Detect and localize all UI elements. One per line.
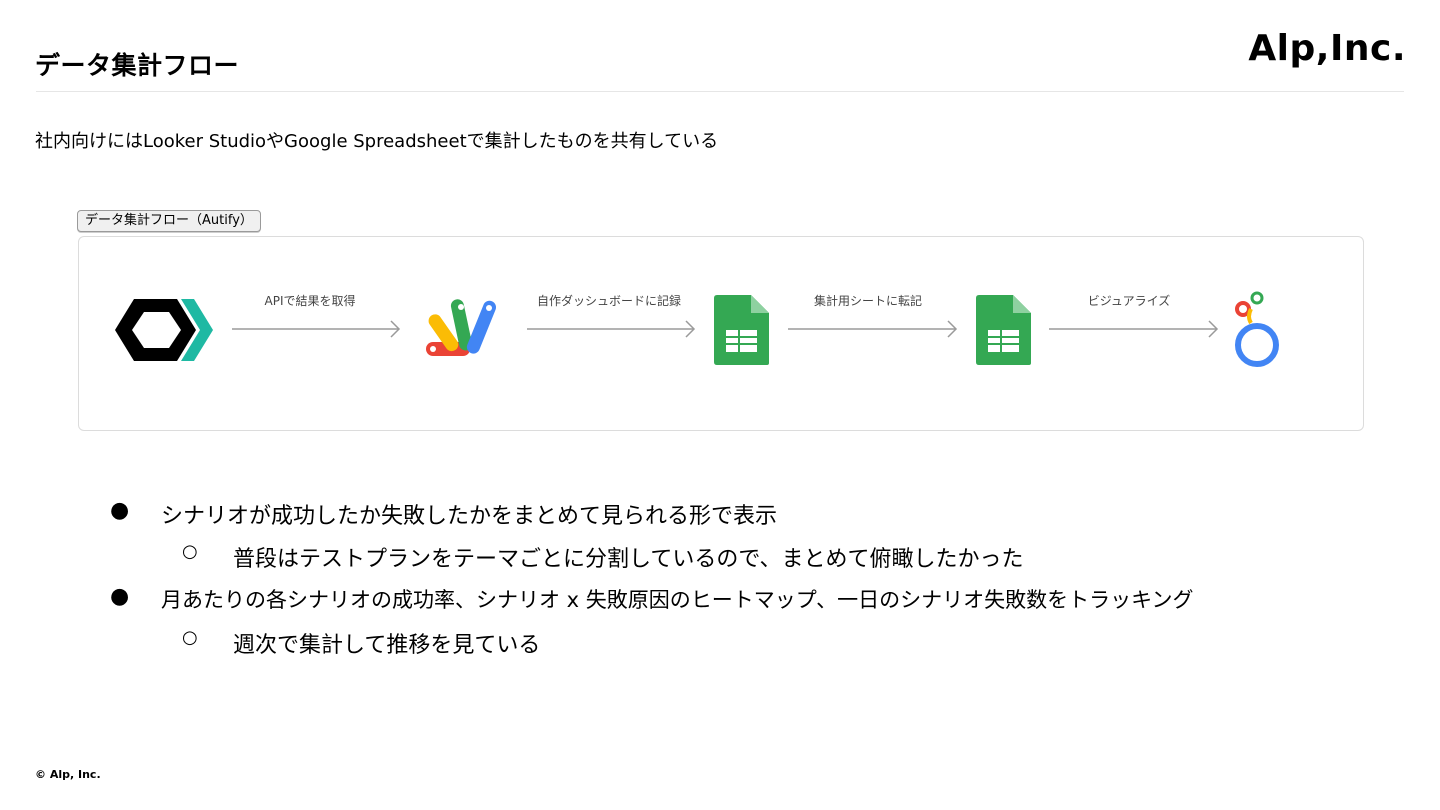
apps-script-icon [426,299,497,356]
autify-logo-icon [115,299,213,361]
flow-label-badge: データ集計フロー（Autify） [77,210,261,232]
arrow-label: ビジュアライズ [1087,294,1171,308]
list-item-text: 普段はテストプランをテーマごとに分割しているので、まとめて俯瞰したかった [233,547,1024,572]
sub-bullet-icon: ○ [182,627,198,648]
list-item-text: 週次で集計して推移を見ている [233,633,541,658]
company-logo: Alp,Inc. [1248,28,1406,69]
lead-text: 社内向けにはLooker StudioやGoogle Spreadsheetで集… [35,131,719,152]
sub-bullet-icon: ○ [182,541,198,562]
footer-copyright: © Alp, Inc. [35,768,101,781]
google-sheets-icon [714,295,769,365]
bullet-icon: ● [110,498,130,523]
list-item-text: 月あたりの各シナリオの成功率、シナリオ x 失敗原因のヒートマップ、一日のシナリ… [161,588,1194,612]
arrow-label: APIで結果を取得 [264,294,356,308]
title-divider [36,91,1404,92]
arrow-icon [788,320,958,338]
arrow-label: 自作ダッシュボードに記録 [536,294,681,308]
flow-diagram: APIで結果を取得 自作ダッシュボードに記録 集計用シートに転記 ビジュアライズ [78,236,1364,431]
arrow-icon [1049,320,1219,338]
page-title: データ集計フロー [35,51,240,80]
bullet-icon: ● [110,584,130,609]
list-item-text: シナリオが成功したか失敗したかをまとめて見られる形で表示 [161,504,778,529]
arrow-label: 集計用シートに転記 [813,294,922,308]
arrow-icon [527,320,696,338]
arrow-icon [232,320,401,338]
google-sheets-icon [976,295,1031,365]
looker-studio-icon [1235,291,1279,367]
